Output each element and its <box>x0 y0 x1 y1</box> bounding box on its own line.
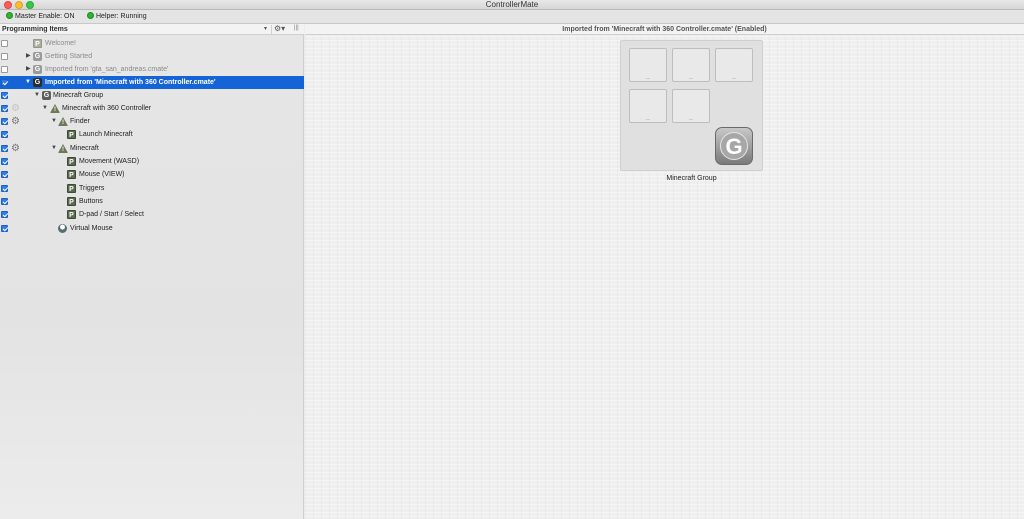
gear-icon: ⚙ <box>11 116 20 127</box>
disclosure-right-icon[interactable]: ▶ <box>26 66 31 73</box>
chevron-down-icon[interactable]: ▾ <box>264 25 267 32</box>
disclosure-down-icon[interactable]: ▼ <box>51 145 57 152</box>
editor-title: Imported from 'Minecraft with 360 Contro… <box>305 24 1024 35</box>
sidebar-title: Programming Items <box>2 26 68 33</box>
page-icon: P <box>67 184 76 193</box>
group-large-icon: G <box>715 127 753 165</box>
enable-checkbox[interactable] <box>1 185 8 192</box>
group-slot[interactable]: ▪▪▪▪▪▪ <box>672 48 710 82</box>
window-title: ControllerMate <box>485 0 539 9</box>
enable-checkbox[interactable] <box>1 198 8 205</box>
tree-item-welcome[interactable]: P Welcome! <box>0 37 304 50</box>
enable-checkbox[interactable] <box>1 105 8 112</box>
virtual-device-icon: ⬢ <box>58 224 67 233</box>
page-icon: P <box>67 197 76 206</box>
slot-caption: ▪▪▪▪▪▪ <box>731 78 737 80</box>
enable-checkbox[interactable] <box>1 40 8 47</box>
warning-icon <box>58 117 68 128</box>
tree-item-getting-started[interactable]: ▶ G Getting Started <box>0 50 304 63</box>
status-ok-icon <box>6 12 13 19</box>
disclosure-down-icon[interactable]: ▼ <box>34 92 40 99</box>
status-ok-icon <box>87 12 94 19</box>
editor-canvas[interactable]: Imported from 'Minecraft with 360 Contro… <box>305 24 1024 519</box>
slot-caption: ▪▪▪▪▪▪ <box>688 78 694 80</box>
disclosure-down-icon[interactable]: ▼ <box>42 105 48 112</box>
tree-item-virtual-mouse[interactable]: ⬢ Virtual Mouse <box>0 222 304 235</box>
master-enable-status[interactable]: Master Enable: ON <box>6 12 75 22</box>
group-icon: G <box>42 91 51 100</box>
tree-item-finder[interactable]: ⚙ ▼ Finder <box>0 115 304 128</box>
tree-item-buttons[interactable]: P Buttons <box>0 195 304 208</box>
enable-checkbox[interactable] <box>1 118 8 125</box>
gear-icon: ⚙ <box>11 103 20 114</box>
group-slot[interactable]: ▪▪▪▪▪▪ <box>629 89 667 123</box>
group-card[interactable]: ▪▪▪▪▪▪ ▪▪▪▪▪▪ ▪▪▪▪▪▪ ▪▪▪▪▪▪ ▪▪▪▪▪▪ G <box>620 40 763 171</box>
tree-item-minecraft[interactable]: ⚙ ▼ Minecraft <box>0 142 304 155</box>
divider <box>271 25 272 34</box>
gear-menu-icon[interactable]: ⚙▾ <box>274 24 285 33</box>
enable-checkbox[interactable] <box>1 66 8 73</box>
title-bar: ControllerMate <box>0 0 1024 10</box>
tree-item-dpad[interactable]: P D-pad / Start / Select <box>0 208 304 221</box>
enable-checkbox[interactable] <box>1 53 8 60</box>
page-icon: P <box>67 170 76 179</box>
warning-icon <box>50 104 60 115</box>
enable-checkbox[interactable] <box>1 145 8 152</box>
sidebar-header: Programming Items ▾ ⚙▾ ||| <box>0 24 304 35</box>
group-icon: G <box>33 78 42 87</box>
group-icon: G <box>33 65 42 74</box>
page-icon: P <box>67 210 76 219</box>
enable-checkbox[interactable] <box>1 158 8 165</box>
tree-item-minecraft-group[interactable]: ▼ G Minecraft Group <box>0 89 304 102</box>
gear-icon: ⚙ <box>11 143 20 154</box>
helper-status[interactable]: Helper: Running <box>87 12 147 22</box>
enable-checkbox[interactable] <box>1 211 8 218</box>
group-slot[interactable]: ▪▪▪▪▪▪ <box>715 48 753 82</box>
disclosure-right-icon[interactable]: ▶ <box>26 53 31 60</box>
tree-item-movement[interactable]: P Movement (WASD) <box>0 155 304 168</box>
programming-items-sidebar: Programming Items ▾ ⚙▾ ||| P Welcome! ▶ … <box>0 24 304 519</box>
enable-checkbox[interactable] <box>1 171 8 178</box>
disclosure-down-icon[interactable]: ▼ <box>25 79 31 86</box>
tree-item-launch-minecraft[interactable]: P Launch Minecraft <box>0 128 304 141</box>
tree-item-triggers[interactable]: P Triggers <box>0 182 304 195</box>
page-icon: P <box>67 157 76 166</box>
slot-caption: ▪▪▪▪▪▪ <box>688 119 694 121</box>
group-slot[interactable]: ▪▪▪▪▪▪ <box>672 89 710 123</box>
tree-item-minecraft-360[interactable]: ⚙ ▼ Minecraft with 360 Controller <box>0 102 304 115</box>
tree-item-gta-import[interactable]: ▶ G Imported from 'gta_san_andreas.cmate… <box>0 63 304 76</box>
warning-icon <box>58 144 68 155</box>
enable-checkbox[interactable] <box>1 225 8 232</box>
column-options-icon[interactable]: ||| <box>294 25 299 31</box>
tree-item-mouse-view[interactable]: P Mouse (VIEW) <box>0 168 304 181</box>
disclosure-down-icon[interactable]: ▼ <box>51 118 57 125</box>
page-icon: P <box>67 130 76 139</box>
slot-caption: ▪▪▪▪▪▪ <box>645 78 651 80</box>
enable-checkbox[interactable] <box>1 131 8 138</box>
page-icon: P <box>33 39 42 48</box>
status-bar: Master Enable: ON Helper: Running <box>0 10 1024 24</box>
enable-checkbox[interactable] <box>1 79 8 86</box>
enable-checkbox[interactable] <box>1 92 8 99</box>
tree-item-minecraft-import[interactable]: ▼ G Imported from 'Minecraft with 360 Co… <box>0 76 304 89</box>
group-card-label: Minecraft Group <box>666 175 717 182</box>
group-icon: G <box>33 52 42 61</box>
group-slot[interactable]: ▪▪▪▪▪▪ <box>629 48 667 82</box>
slot-caption: ▪▪▪▪▪▪ <box>645 119 651 121</box>
